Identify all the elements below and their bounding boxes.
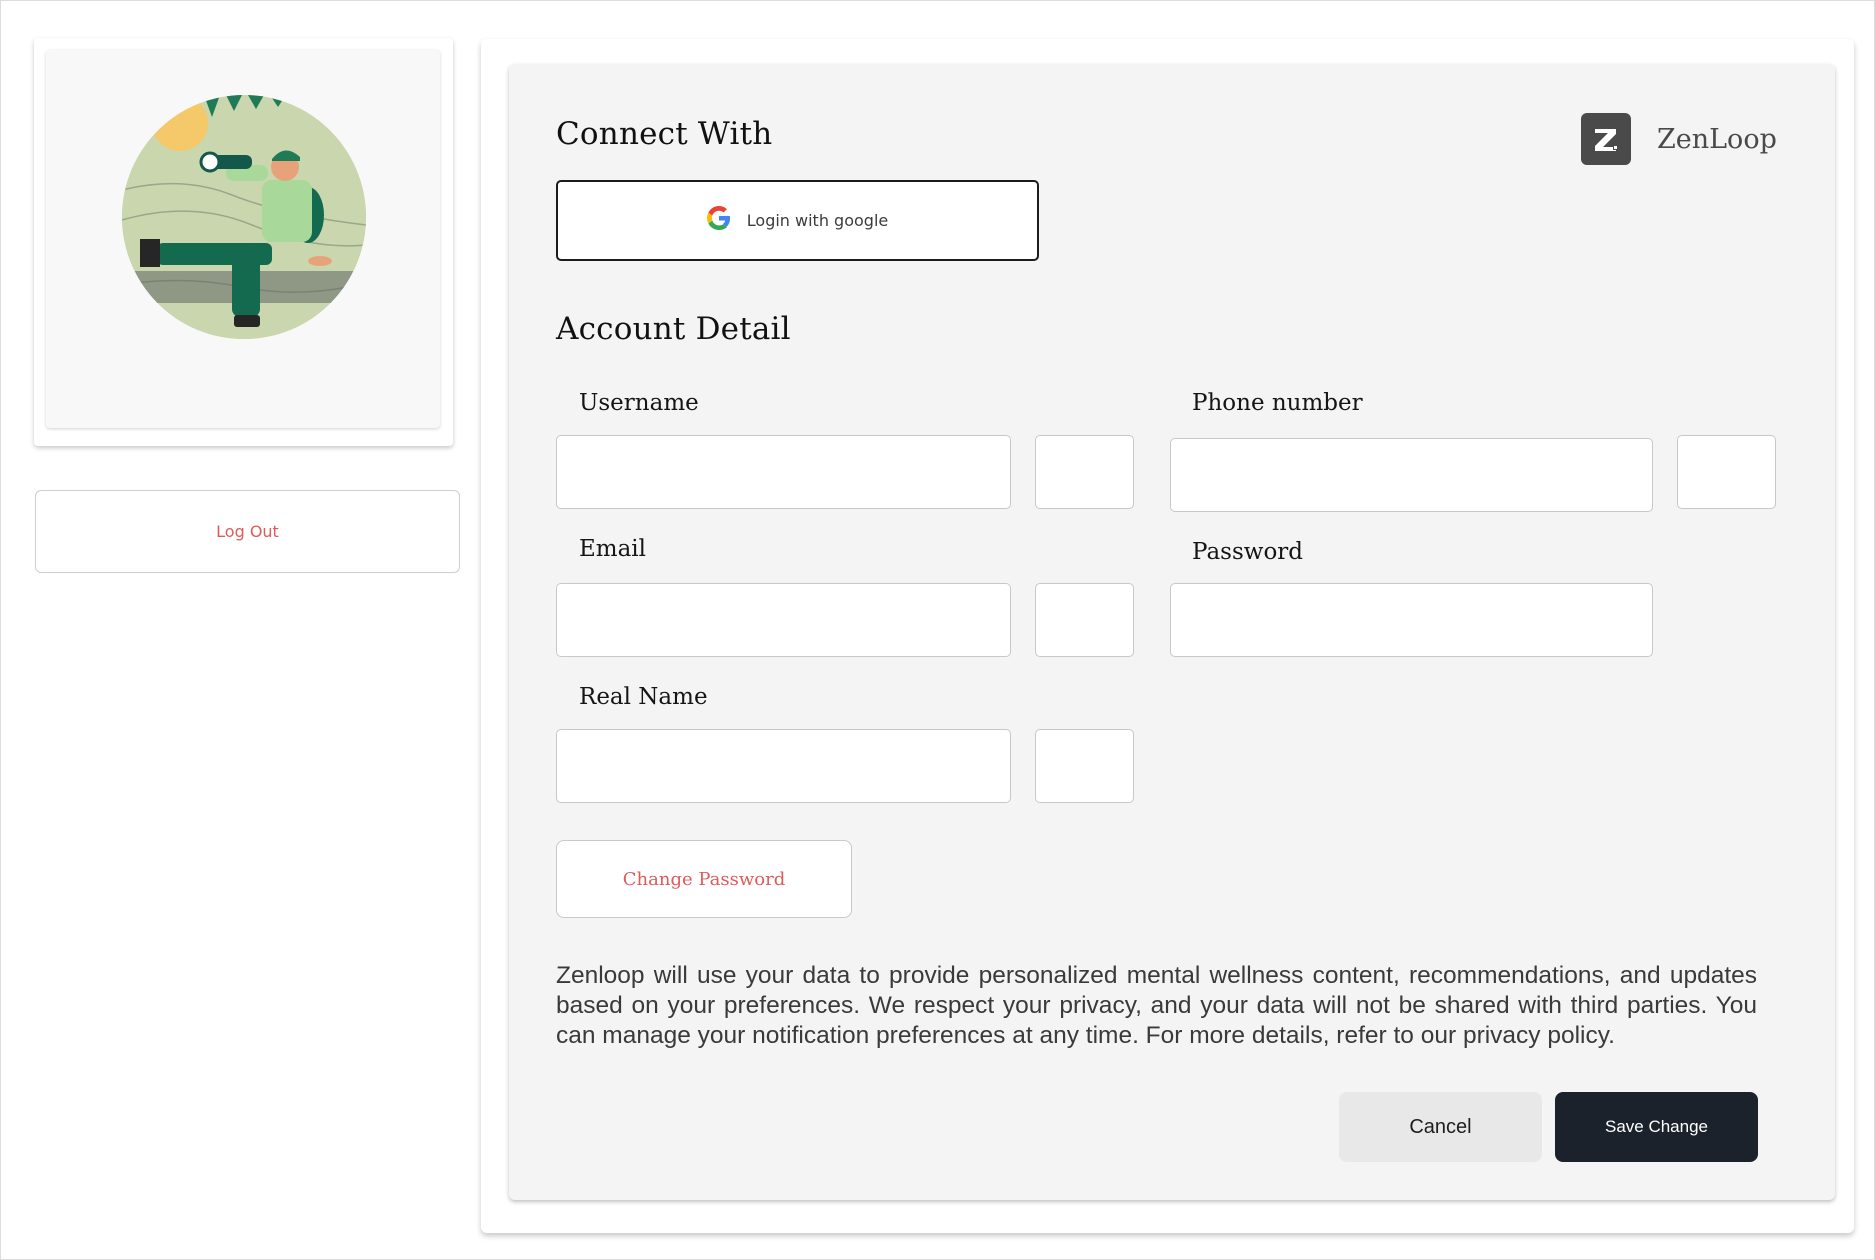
username-label: Username	[579, 390, 699, 416]
save-change-button[interactable]: Save Change	[1555, 1092, 1758, 1162]
username-input[interactable]	[556, 435, 1011, 509]
phone-number-label: Phone number	[1192, 390, 1363, 416]
profile-avatar-frame	[46, 50, 440, 428]
password-label: Password	[1192, 539, 1304, 565]
login-with-google-button[interactable]: Login with google	[556, 180, 1039, 261]
brand-logo: ZenLoop	[1581, 113, 1777, 165]
cancel-button[interactable]: Cancel	[1339, 1092, 1542, 1162]
password-input[interactable]	[1170, 583, 1653, 657]
zenloop-logo-icon	[1581, 113, 1631, 165]
google-icon	[706, 206, 731, 235]
real-name-input[interactable]	[556, 729, 1011, 803]
phone-number-edit-box[interactable]	[1677, 435, 1776, 509]
avatar-illustration	[122, 95, 366, 339]
logout-button[interactable]: Log Out	[35, 490, 460, 573]
email-input[interactable]	[556, 583, 1011, 657]
phone-number-input[interactable]	[1170, 438, 1653, 512]
real-name-edit-box[interactable]	[1035, 729, 1134, 803]
profile-avatar-card	[34, 38, 453, 446]
avatar[interactable]	[122, 95, 366, 339]
email-label: Email	[579, 536, 647, 562]
email-edit-box[interactable]	[1035, 583, 1134, 657]
change-password-button[interactable]: Change Password	[556, 840, 852, 918]
brand-name: ZenLoop	[1657, 123, 1777, 155]
username-edit-box[interactable]	[1035, 435, 1134, 509]
connect-with-title: Connect With	[556, 116, 773, 152]
google-login-label: Login with google	[746, 211, 889, 230]
privacy-notice: Zenloop will use your data to provide pe…	[556, 962, 1757, 1049]
real-name-label: Real Name	[579, 684, 708, 710]
account-detail-title: Account Detail	[556, 311, 791, 347]
